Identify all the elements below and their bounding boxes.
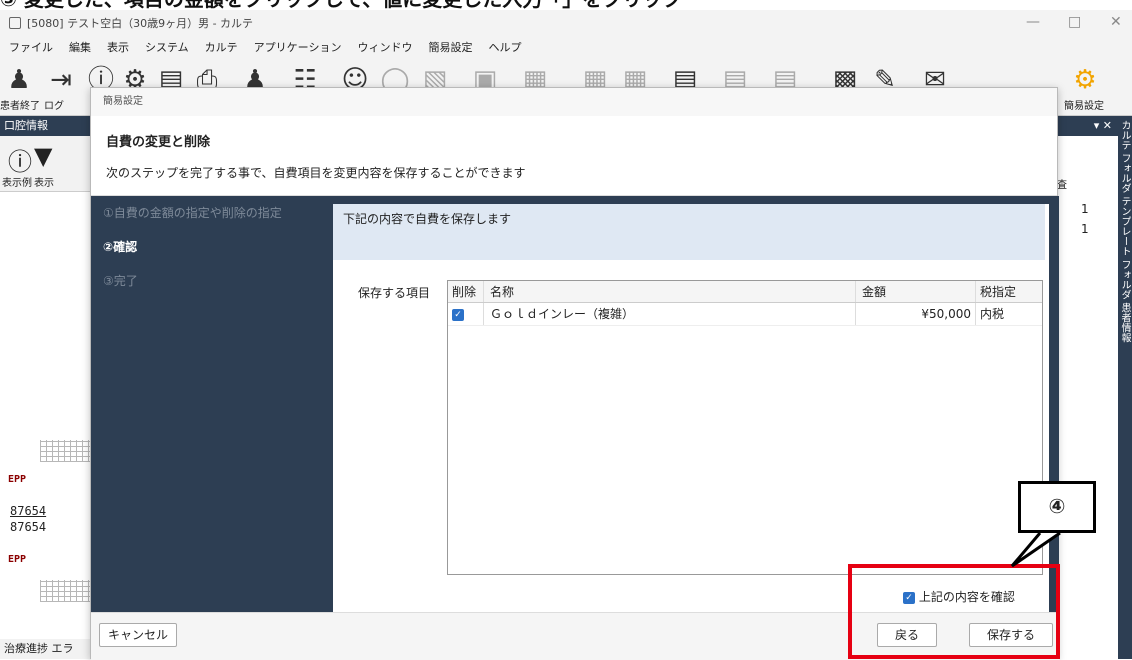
dialog-subheading: 次のステップを完了する事で、自費項目を変更内容を保存することができます — [106, 166, 526, 180]
log-label: ログ — [44, 101, 64, 112]
step-2: ②確認 — [103, 240, 138, 254]
menu-application[interactable]: アプリケーション — [254, 39, 342, 55]
menu-system[interactable]: システム — [145, 39, 189, 55]
side-tabs[interactable]: カルテ フォルダ テンプレート フォルダ 患者情報 — [1118, 116, 1132, 659]
close-icon[interactable]: ✕ — [1110, 14, 1122, 30]
step-1: ①自費の金額の指定や削除の指定 — [103, 206, 282, 220]
col-amount: 金額 — [856, 281, 976, 302]
tooth-chart-grid-2 — [40, 580, 90, 602]
logout-icon[interactable]: ⇥ — [46, 64, 76, 96]
dialog-header: 自費の変更と削除 次のステップを完了する事で、自費項目を変更内容を保存することが… — [91, 116, 1057, 196]
window-titlebar: [5080] テスト空白（30歳9ヶ月）男 - カルテ — □ ✕ — [0, 10, 1132, 36]
menubar: ファイル 編集 表示 システム カルテ アプリケーション ウィンドウ 簡易設定 … — [0, 36, 1132, 58]
simple-settings-label: 簡易設定 — [1064, 101, 1104, 112]
minimize-icon[interactable]: — — [1026, 14, 1040, 30]
item-amount: ¥50,000 — [856, 303, 976, 325]
oral-info-tools: ⓘ ▼ 表示例 表示 — [0, 136, 91, 192]
delete-checkbox-cell[interactable]: ✓ — [448, 303, 484, 325]
window-title: [5080] テスト空白（30歳9ヶ月）男 - カルテ — [27, 17, 254, 30]
step-3: ③完了 — [103, 274, 138, 288]
patient-end-label: 患者終了 — [0, 101, 40, 112]
item-name: Ｇｏｌｄインレー（複雑） — [484, 303, 856, 325]
progress-tab[interactable]: 治療進捗 エラ — [0, 639, 92, 659]
items-label: 保存する項目 — [358, 286, 431, 300]
display-label: 表示 — [34, 178, 54, 189]
tooth-chart-grid — [40, 440, 90, 462]
info-icon[interactable]: ⓘ — [8, 142, 32, 177]
menu-file[interactable]: ファイル — [9, 39, 53, 55]
table-header: 削除 名称 金額 税指定 — [448, 281, 1042, 303]
tooth-numbers-1: 87654 — [10, 504, 47, 518]
step-callout: ④ — [1018, 481, 1096, 533]
tooth-numbers-2: 87654 — [10, 520, 47, 534]
menu-simple-settings[interactable]: 簡易設定 — [428, 39, 472, 55]
menu-edit[interactable]: 編集 — [69, 39, 91, 55]
filter-icon[interactable]: ▼ — [34, 142, 52, 170]
step-list: ①自費の金額の指定や削除の指定 ②確認 ③完了 — [91, 196, 325, 612]
step-content: 下記の内容で自費を保存します 保存する項目 削除 名称 金額 税指定 ✓ Ｇｏｌ… — [325, 196, 1059, 612]
app-icon — [9, 17, 21, 29]
settings-gear-icon[interactable]: ⚙ — [1070, 64, 1100, 96]
display-example-label: 表示例 — [2, 178, 32, 189]
value-1: 1 — [1081, 202, 1089, 216]
epp-label-1: EPP — [8, 474, 27, 485]
value-2: 1 — [1081, 222, 1089, 236]
item-tax: 内税 — [980, 307, 1005, 321]
col-tax: 税指定 — [980, 285, 1017, 299]
highlight-box — [848, 564, 1060, 659]
content-panel: 下記の内容で自費を保存します 保存する項目 削除 名称 金額 税指定 ✓ Ｇｏｌ… — [333, 204, 1049, 612]
info-banner: 下記の内容で自費を保存します — [333, 204, 1045, 260]
menu-karte[interactable]: カルテ — [205, 39, 238, 55]
items-table: 削除 名称 金額 税指定 ✓ Ｇｏｌｄインレー（複雑） ¥50,000 内税 — [447, 280, 1043, 575]
exam-column-label: 査 — [1057, 180, 1067, 191]
epp-label-2: EPP — [8, 554, 27, 565]
oral-info-title: 口腔情報 — [0, 116, 91, 136]
instruction-caption: ③ 変更した、項目の金額をクリックして、値に変更した入力「」をクリック — [0, 0, 1132, 10]
cancel-button[interactable]: キャンセル — [99, 623, 177, 647]
col-delete: 削除 — [448, 281, 484, 302]
table-row[interactable]: ✓ Ｇｏｌｄインレー（複雑） ¥50,000 内税 — [448, 303, 1042, 326]
menu-window[interactable]: ウィンドウ — [357, 39, 412, 55]
check-icon[interactable]: ✓ — [452, 308, 464, 321]
patient-end-icon[interactable]: ♟ — [4, 64, 34, 96]
maximize-icon[interactable]: □ — [1068, 14, 1081, 30]
dialog-heading: 自費の変更と削除 — [106, 135, 211, 150]
col-name: 名称 — [484, 281, 856, 302]
oral-info-panel: 口腔情報 ⓘ ▼ 表示例 表示 EPP 87654 87654 EPP — [0, 116, 92, 659]
menu-help[interactable]: ヘルプ — [488, 39, 521, 55]
dialog-title: 簡易設定 — [91, 88, 1057, 116]
menu-view[interactable]: 表示 — [107, 39, 129, 55]
